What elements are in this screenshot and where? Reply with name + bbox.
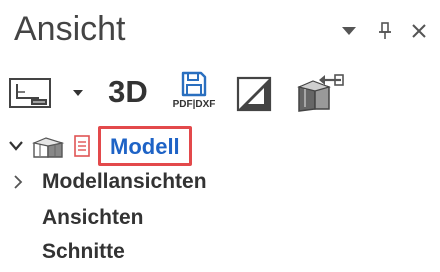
tree-root-modell[interactable]: Modell	[0, 126, 440, 166]
panel-menu-button[interactable]	[338, 20, 360, 42]
chevron-down-icon[interactable]	[8, 138, 24, 154]
modell-highlight-box[interactable]: Modell	[98, 126, 192, 166]
tree-item-modellansichten[interactable]: Modellansichten	[0, 166, 440, 202]
pin-panel-button[interactable]	[374, 20, 396, 42]
contrast-button[interactable]	[234, 74, 274, 114]
tree-item-label: Schnitte	[42, 240, 125, 263]
pdf-dxf-button[interactable]: PDF|DXF	[164, 70, 224, 118]
ansicht-panel: Ansicht 3D PDF|DXF Modell Modellansichte…	[0, 0, 440, 263]
panel-title-bar: Ansicht	[0, 0, 440, 62]
close-panel-button[interactable]	[408, 20, 430, 42]
contrast-icon	[236, 76, 272, 112]
model-export-icon	[297, 74, 344, 112]
document-icon	[74, 135, 90, 157]
chevron-down-icon	[73, 90, 83, 96]
tree-root-label: Modell	[110, 134, 180, 159]
view-dropdown-arrow[interactable]	[70, 82, 86, 104]
model-tree: Modell Modellansichten Ansichten Schnitt…	[0, 124, 440, 263]
chevron-down-icon	[342, 27, 356, 35]
3d-model-icon	[32, 137, 65, 158]
drawing-view-button[interactable]	[8, 76, 52, 110]
3d-button[interactable]: 3D	[104, 72, 152, 112]
tree-item-label: Modellansichten	[42, 170, 207, 193]
tree-item-label: Ansichten	[42, 206, 144, 229]
close-icon	[412, 24, 426, 38]
drawing-view-icon	[9, 78, 51, 108]
tree-item-schnitte[interactable]: Schnitte	[0, 236, 440, 272]
pdf-dxf-label: PDF|DXF	[172, 99, 216, 110]
chevron-right-icon[interactable]	[10, 174, 26, 190]
save-disk-icon	[181, 71, 207, 97]
pin-icon	[379, 22, 391, 39]
panel-title: Ansicht	[14, 10, 126, 48]
model-export-button[interactable]	[294, 72, 346, 114]
tree-item-ansichten[interactable]: Ansichten	[0, 202, 440, 238]
view-toolbar: 3D PDF|DXF	[0, 66, 440, 122]
